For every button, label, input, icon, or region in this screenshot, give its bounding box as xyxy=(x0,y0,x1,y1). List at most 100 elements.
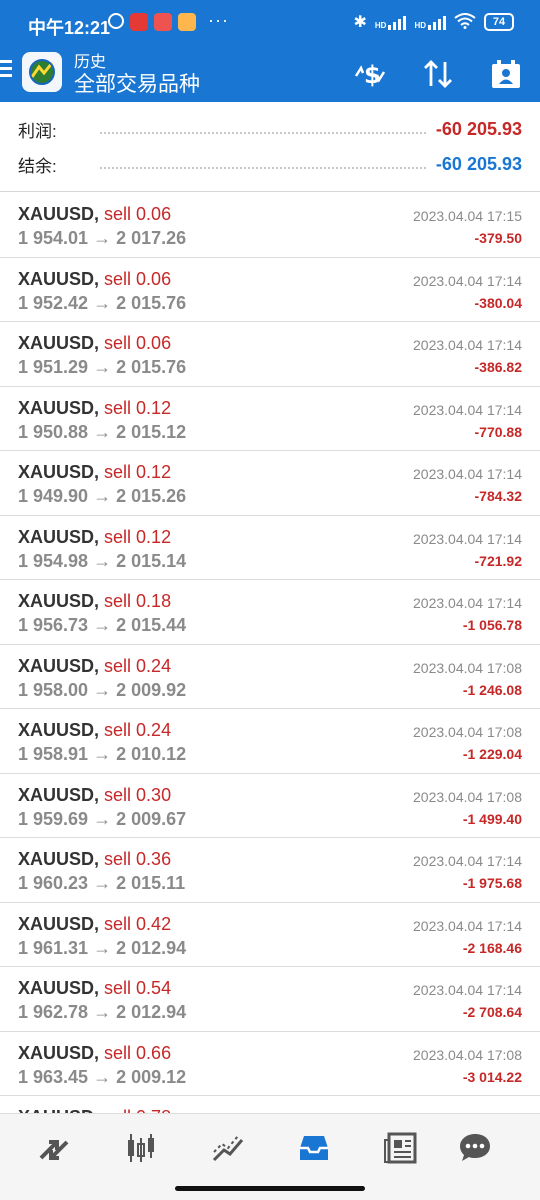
arrow-right-icon: → xyxy=(88,550,117,571)
symbol-label: XAUUSD xyxy=(18,526,95,547)
nav-trade[interactable] xyxy=(206,1128,250,1168)
trade-time: 2023.04.04 17:14 xyxy=(413,917,522,934)
trade-row[interactable]: XAUUSD, sell 0.66 1 963.45 → 2 009.12 2023… xyxy=(0,1032,540,1096)
trade-symbol: XAUUSD, sell 0.54 xyxy=(18,978,171,999)
symbol-label: XAUUSD xyxy=(18,591,95,611)
trade-profit: -770.88 xyxy=(474,423,522,440)
open-price: 1 954.98 xyxy=(18,550,89,571)
trade-prices: 1 958.91 → 2 010.12 xyxy=(18,744,186,765)
calendar-button[interactable] xyxy=(486,54,526,94)
close-price: 2 009.67 xyxy=(116,808,187,829)
nav-history[interactable] xyxy=(292,1128,336,1168)
system-icons: ✱ HD HD 74 xyxy=(353,12,514,32)
trade-side: sell 0.24 xyxy=(104,720,172,740)
trade-side: sell 0.66 xyxy=(104,1042,172,1063)
trade-row[interactable]: XAUUSD, sell 0.42 1 961.31 → 2 012.94 2023… xyxy=(0,903,540,967)
alarm-icon xyxy=(108,13,124,29)
balance-row: 结余: -60 205.93 xyxy=(18,147,522,181)
open-price: 1 962.78 xyxy=(18,1002,89,1022)
trade-profit: -721.92 xyxy=(474,552,522,569)
chart-icon xyxy=(128,1134,154,1162)
trade-profit: -1 975.68 xyxy=(462,875,522,891)
open-price: 1 958.91 xyxy=(18,744,89,764)
symbol-label: XAUUSD xyxy=(18,784,95,805)
trade-symbol: XAUUSD, sell 0.30 xyxy=(18,785,171,806)
trade-profit: -1 056.78 xyxy=(462,617,522,633)
open-price: 1 952.42 xyxy=(18,292,89,313)
symbol-comma: , xyxy=(94,913,105,934)
symbol-label: XAUUSD xyxy=(18,397,95,418)
open-price: 1 963.45 xyxy=(18,1066,89,1087)
trade-row[interactable]: XAUUSD, sell 0.12 1 949.90 → 2 015.26 2023… xyxy=(0,451,540,516)
symbol-label: XAUUSD xyxy=(18,978,95,998)
trade-symbol: XAUUSD, sell 0.24 xyxy=(18,720,171,741)
trade-row[interactable]: XAUUSD, sell 0.18 1 956.73 → 2 015.44 2023… xyxy=(0,580,540,645)
symbol-comma: , xyxy=(94,333,105,353)
menu-icon[interactable] xyxy=(0,60,14,82)
trade-row[interactable]: XAUUSD, sell 0.24 1 958.91 → 2 010.12 2023… xyxy=(0,709,540,774)
trade-profit: -380.04 xyxy=(474,294,522,311)
trade-side: sell 0.06 xyxy=(104,333,172,353)
currency-filter-button[interactable]: $ xyxy=(350,54,390,94)
trade-row[interactable]: XAUUSD, sell 0.54 1 962.78 → 2 012.94 2023… xyxy=(0,967,540,1032)
trade-profit: -386.82 xyxy=(474,359,522,375)
news-icon xyxy=(384,1132,417,1164)
home-indicator[interactable] xyxy=(175,1186,365,1191)
open-price: 1 959.69 xyxy=(18,808,89,829)
close-price: 2 012.94 xyxy=(116,1002,187,1022)
trade-profit: -784.32 xyxy=(474,488,522,504)
calendar-icon xyxy=(492,60,520,88)
trade-row[interactable]: XAUUSD, sell 0.12 1 950.88 → 2 015.12 2023… xyxy=(0,387,540,451)
symbol-comma: , xyxy=(94,591,105,611)
open-price: 1 960.23 xyxy=(18,873,89,893)
trade-row[interactable]: XAUUSD, sell 0.36 1 960.23 → 2 015.11 2023… xyxy=(0,838,540,903)
nav-chat[interactable] xyxy=(453,1128,497,1168)
arrow-right-icon: → xyxy=(88,357,117,377)
symbol-label: XAUUSD xyxy=(18,462,95,482)
trade-profit: -1 229.04 xyxy=(462,746,522,762)
symbol-comma: , xyxy=(94,397,105,418)
chat-icon xyxy=(460,1134,490,1161)
nav-quotes[interactable] xyxy=(31,1128,75,1168)
symbol-label: XAUUSD xyxy=(18,849,95,869)
arrow-right-icon: → xyxy=(88,937,117,958)
trade-symbol: XAUUSD, sell 0.06 xyxy=(18,333,171,354)
trade-symbol: XAUUSD, sell 0.36 xyxy=(18,849,171,870)
trade-side: sell 0.06 xyxy=(104,268,172,289)
nav-chart[interactable] xyxy=(119,1128,163,1168)
symbol-label: XAUUSD xyxy=(18,333,95,353)
trade-symbol: XAUUSD, sell 0.42 xyxy=(18,914,171,935)
net2-label: HD xyxy=(414,21,426,30)
trade-row[interactable]: XAUUSD, sell 0.06 1 954.01 → 2 017.26 2023… xyxy=(0,193,540,258)
trade-profit: -379.50 xyxy=(474,230,522,246)
open-price: 1 956.73 xyxy=(18,615,89,635)
open-price: 1 954.01 xyxy=(18,228,89,248)
close-price: 2 012.94 xyxy=(116,937,187,958)
trade-row[interactable]: XAUUSD, sell 0.12 1 954.98 → 2 015.14 2023… xyxy=(0,516,540,580)
trade-side: sell 0.12 xyxy=(104,397,172,418)
close-price: 2 010.12 xyxy=(116,744,187,764)
sort-button[interactable] xyxy=(418,54,458,94)
note-notification-icon xyxy=(178,13,196,31)
nav-news[interactable] xyxy=(379,1128,423,1168)
trade-prices: 1 958.00 → 2 009.92 xyxy=(18,680,186,701)
trade-prices: 1 951.29 → 2 015.76 xyxy=(18,357,186,378)
trade-row[interactable]: XAUUSD, sell 0.06 1 951.29 → 2 015.76 2023… xyxy=(0,322,540,387)
symbol-comma: , xyxy=(94,526,105,547)
trade-row[interactable]: XAUUSD, sell 0.24 1 958.00 → 2 009.92 2023… xyxy=(0,645,540,709)
trade-profit: -3 014.22 xyxy=(462,1068,522,1085)
trade-time: 2023.04.04 17:15 xyxy=(413,208,522,224)
trade-prices: 1 954.01 → 2 017.26 xyxy=(18,228,186,249)
trade-time: 2023.04.04 17:08 xyxy=(413,788,522,805)
trade-symbol: XAUUSD, sell 0.66 xyxy=(18,1043,171,1064)
open-price: 1 958.00 xyxy=(18,679,89,700)
close-price: 2 015.11 xyxy=(116,873,186,893)
summary-panel: 利润: -60 205.93 结余: -60 205.93 xyxy=(0,102,540,192)
trade-prices: 1 954.98 → 2 015.14 xyxy=(18,551,186,572)
trade-row[interactable]: XAUUSD, sell 0.30 1 959.69 → 2 009.67 2023… xyxy=(0,774,540,838)
trade-time: 2023.04.04 17:08 xyxy=(413,659,522,676)
trade-icon xyxy=(212,1135,244,1162)
trade-time: 2023.04.04 17:14 xyxy=(413,272,522,289)
trade-row[interactable]: XAUUSD, sell 0.06 1 952.42 → 2 015.76 2023… xyxy=(0,258,540,322)
trade-prices: 1 961.31 → 2 012.94 xyxy=(18,938,186,959)
